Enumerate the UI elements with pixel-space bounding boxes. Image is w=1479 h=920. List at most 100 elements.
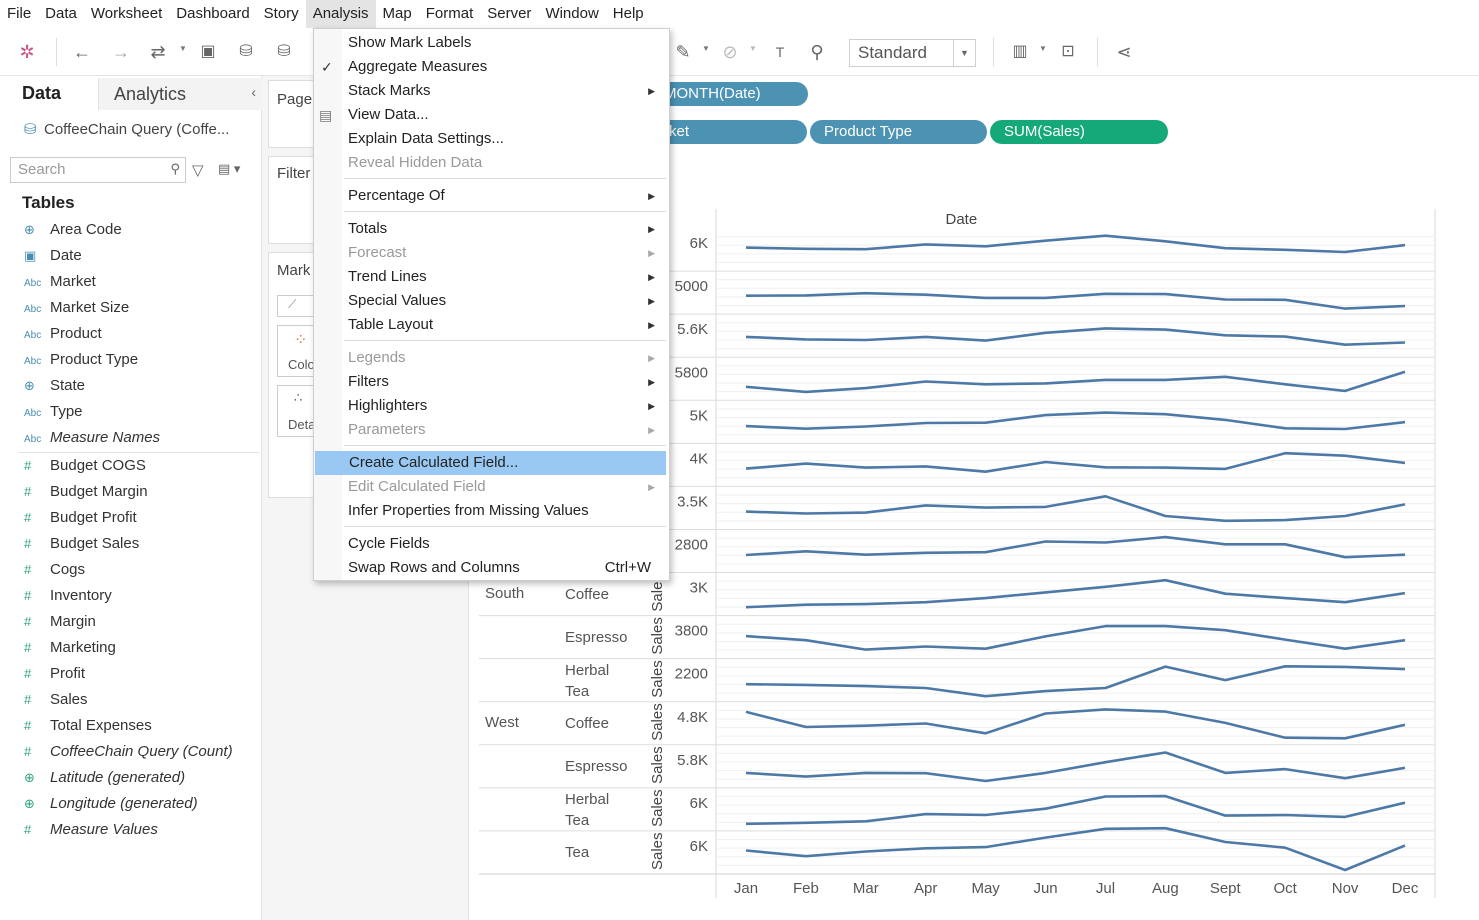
- series-line[interactable]: [745, 494, 1406, 523]
- show-me-dropdown-icon[interactable]: ▼: [1039, 44, 1047, 53]
- tab-data[interactable]: Data: [0, 76, 98, 110]
- field-measure-values[interactable]: # Measure Values: [24, 821, 158, 843]
- presentation-icon[interactable]: ⊡: [1056, 40, 1080, 64]
- field-coffeechain-query-count[interactable]: # CoffeeChain Query (Count): [24, 743, 233, 765]
- pause-updates-icon[interactable]: ⛁: [272, 40, 296, 64]
- menu-item-special-values[interactable]: Special Values ▶: [314, 289, 669, 313]
- highlight-icon[interactable]: ✎: [671, 40, 695, 64]
- rows-pill-market[interactable]: rket: [650, 120, 807, 144]
- save-icon[interactable]: ▣: [196, 40, 220, 64]
- field-marketing[interactable]: # Marketing: [24, 639, 116, 661]
- menu-item-totals[interactable]: Totals ▶: [314, 217, 669, 241]
- field-budget-cogs[interactable]: # Budget COGS: [24, 457, 146, 479]
- menu-analysis[interactable]: Analysis: [305, 0, 376, 28]
- series-line[interactable]: [745, 327, 1406, 346]
- menu-item-aggregate-measures[interactable]: Aggregate Measures ✓: [314, 55, 669, 79]
- pin-icon[interactable]: ⚲: [805, 40, 829, 64]
- menu-story[interactable]: Story: [257, 0, 306, 28]
- menu-item-view-data[interactable]: View Data... ▤: [314, 103, 669, 127]
- menu-worksheet[interactable]: Worksheet: [84, 0, 169, 28]
- tab-analytics[interactable]: Analytics ‹: [98, 78, 262, 110]
- field-area-code[interactable]: ⊕ Area Code: [24, 221, 122, 243]
- tableau-logo-icon[interactable]: ✲: [15, 40, 39, 64]
- rows-pill-product-type[interactable]: Product Type: [810, 120, 987, 144]
- field-budget-profit[interactable]: # Budget Profit: [24, 509, 137, 531]
- field-latitude-generated[interactable]: ⊕ Latitude (generated): [24, 769, 185, 791]
- menu-data[interactable]: Data: [38, 0, 84, 28]
- menu-window[interactable]: Window: [538, 0, 605, 28]
- menu-item-label: Stack Marks: [348, 82, 431, 99]
- row-label-product: Espresso: [565, 629, 628, 646]
- menu-server[interactable]: Server: [480, 0, 538, 28]
- menu-item-explain-data-settings[interactable]: Explain Data Settings...: [314, 127, 669, 151]
- menu-item-label: Parameters: [348, 421, 426, 438]
- series-line[interactable]: [745, 708, 1406, 740]
- rows-pill-sum-sales[interactable]: SUM(Sales): [990, 120, 1168, 144]
- series-line[interactable]: [745, 234, 1406, 254]
- field-margin[interactable]: # Margin: [24, 613, 96, 635]
- menu-item-highlighters[interactable]: Highlighters ▶: [314, 394, 669, 418]
- view-options-icon[interactable]: ▤ ▾: [218, 161, 240, 177]
- menu-item-infer-properties-from-missing-values[interactable]: Infer Properties from Missing Values: [314, 499, 669, 523]
- menu-item-table-layout[interactable]: Table Layout ▶: [314, 313, 669, 337]
- series-line[interactable]: [745, 624, 1406, 651]
- attach-dropdown-icon[interactable]: ▼: [749, 44, 757, 53]
- field-budget-sales[interactable]: # Budget Sales: [24, 535, 139, 557]
- share-icon[interactable]: ⋖: [1112, 40, 1136, 64]
- menu-item-stack-marks[interactable]: Stack Marks ▶: [314, 79, 669, 103]
- fit-mode-select[interactable]: Standard ▼: [849, 39, 976, 67]
- field-state[interactable]: ⊕ State: [24, 377, 85, 399]
- attach-icon[interactable]: ⊘: [718, 40, 742, 64]
- field-date[interactable]: ▣ Date: [24, 247, 82, 269]
- field-inventory[interactable]: # Inventory: [24, 587, 112, 609]
- menu-item-create-calculated-field[interactable]: Create Calculated Field...: [315, 451, 666, 475]
- replay-icon[interactable]: ⇄: [146, 40, 170, 64]
- divider: [18, 452, 260, 453]
- field-type[interactable]: Abc Type: [24, 403, 83, 425]
- menu-item-edit-calculated-field: Edit Calculated Field ▶: [314, 475, 669, 499]
- new-datasource-icon[interactable]: ⛁: [234, 40, 258, 64]
- series-line[interactable]: [745, 826, 1406, 872]
- field-market-size[interactable]: Abc Market Size: [24, 299, 129, 321]
- menu-file[interactable]: File: [0, 0, 38, 28]
- datasource-item[interactable]: ⛁ CoffeeChain Query (Coffe...: [24, 120, 229, 138]
- field-longitude-generated[interactable]: ⊕ Longitude (generated): [24, 795, 198, 817]
- menu-item-trend-lines[interactable]: Trend Lines ▶: [314, 265, 669, 289]
- series-line[interactable]: [745, 578, 1406, 609]
- menu-item-percentage-of[interactable]: Percentage Of ▶: [314, 184, 669, 208]
- number-icon: #: [24, 822, 32, 837]
- series-line[interactable]: [745, 794, 1406, 826]
- search-input[interactable]: Search ⚲: [10, 157, 186, 183]
- series-line[interactable]: [745, 291, 1406, 310]
- filter-icon[interactable]: ▽: [192, 161, 204, 179]
- text-label-icon[interactable]: T: [768, 40, 792, 64]
- collapse-icon[interactable]: ‹: [251, 84, 256, 100]
- field-budget-margin[interactable]: # Budget Margin: [24, 483, 148, 505]
- field-profit[interactable]: # Profit: [24, 665, 85, 687]
- field-market[interactable]: Abc Market: [24, 273, 96, 295]
- color-button[interactable]: ⁘ Colo: [277, 325, 317, 377]
- undo-icon[interactable]: ←: [70, 40, 94, 64]
- columns-pill-month-date[interactable]: MONTH(Date): [650, 82, 808, 106]
- redo-icon[interactable]: →: [109, 40, 133, 64]
- field-total-expenses[interactable]: # Total Expenses: [24, 717, 152, 739]
- menu-format[interactable]: Format: [419, 0, 481, 28]
- show-me-icon[interactable]: ▥: [1008, 40, 1032, 64]
- field-sales[interactable]: # Sales: [24, 691, 88, 713]
- field-cogs[interactable]: # Cogs: [24, 561, 85, 583]
- menu-help[interactable]: Help: [606, 0, 651, 28]
- menu-item-filters[interactable]: Filters ▶: [314, 370, 669, 394]
- menu-item-show-mark-labels[interactable]: Show Mark Labels: [314, 31, 669, 55]
- replay-dropdown-icon[interactable]: ▼: [179, 44, 187, 53]
- menu-item-cycle-fields[interactable]: Cycle Fields: [314, 532, 669, 556]
- series-line[interactable]: [745, 664, 1406, 698]
- highlight-dropdown-icon[interactable]: ▼: [702, 44, 710, 53]
- field-measure-names[interactable]: Abc Measure Names: [24, 429, 160, 451]
- menu-item-swap-rows-and-columns[interactable]: Swap Rows and Columns Ctrl+W: [314, 556, 669, 580]
- menu-dashboard[interactable]: Dashboard: [169, 0, 256, 28]
- detail-button[interactable]: ∴ Deta: [277, 385, 317, 437]
- menu-map[interactable]: Map: [376, 0, 419, 28]
- series-line[interactable]: [745, 751, 1406, 783]
- field-product-type[interactable]: Abc Product Type: [24, 351, 138, 373]
- field-product[interactable]: Abc Product: [24, 325, 102, 347]
